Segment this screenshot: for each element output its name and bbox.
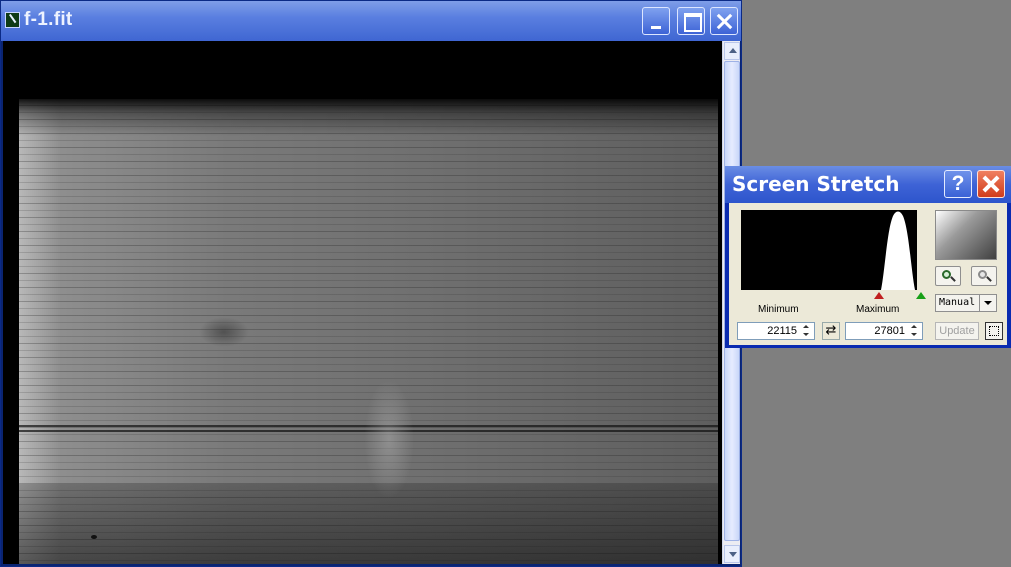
image-smudge — [199, 317, 249, 347]
scroll-down-button[interactable] — [724, 545, 740, 563]
image-glow — [364, 379, 414, 499]
stretch-mode-select[interactable]: Manual — [935, 294, 997, 312]
minimum-spinbox[interactable] — [737, 322, 815, 340]
help-button[interactable]: ? — [944, 170, 972, 198]
maximum-marker[interactable] — [916, 292, 926, 299]
stretch-title: Screen Stretch — [732, 172, 900, 196]
image-window-titlebar[interactable]: f-1.fit — [1, 1, 741, 41]
minimum-down-arrow[interactable] — [799, 331, 813, 338]
minimize-button[interactable] — [642, 7, 670, 35]
image-window-title: f-1.fit — [24, 9, 73, 30]
gradient-preview — [935, 210, 997, 260]
auto-stretch-button[interactable] — [985, 322, 1003, 340]
image-canvas[interactable] — [3, 41, 722, 564]
scroll-up-button[interactable] — [724, 42, 740, 60]
minimum-up-arrow[interactable] — [799, 324, 813, 331]
zoom-out-button[interactable] — [971, 266, 997, 286]
stretch-titlebar[interactable]: Screen Stretch ? — [725, 166, 1011, 203]
astro-image[interactable] — [19, 99, 718, 564]
swap-arrows-icon: ⇄ — [825, 323, 837, 338]
histogram-curve — [881, 211, 915, 290]
image-window: f-1.fit — [0, 0, 742, 567]
screen-stretch-dialog: Screen Stretch ? Minimum Maximum ⇄ — [725, 166, 1011, 348]
minimum-spin-arrows[interactable] — [799, 324, 813, 338]
stretch-mode-value: Manual — [939, 297, 976, 308]
histogram[interactable] — [741, 210, 917, 290]
minimum-input[interactable] — [739, 324, 799, 338]
image-dot — [91, 535, 97, 539]
app-document-icon[interactable] — [5, 12, 20, 28]
minimum-label: Minimum — [758, 304, 799, 315]
maximum-down-arrow[interactable] — [907, 331, 921, 338]
maximize-button[interactable] — [677, 7, 705, 35]
maximum-up-arrow[interactable] — [907, 324, 921, 331]
chevron-down-icon[interactable] — [979, 295, 996, 311]
stretch-close-button[interactable] — [977, 170, 1005, 198]
close-button[interactable] — [710, 7, 738, 35]
maximum-spin-arrows[interactable] — [907, 324, 921, 338]
maximum-label: Maximum — [856, 304, 900, 315]
maximum-input[interactable] — [847, 324, 907, 338]
swap-button[interactable]: ⇄ — [822, 322, 840, 340]
minimum-marker[interactable] — [874, 292, 884, 299]
stretch-body: Minimum Maximum ⇄ — [729, 203, 1007, 345]
maximum-spinbox[interactable] — [845, 322, 923, 340]
zoom-in-button[interactable] — [935, 266, 961, 286]
update-button[interactable]: Update — [935, 322, 979, 340]
